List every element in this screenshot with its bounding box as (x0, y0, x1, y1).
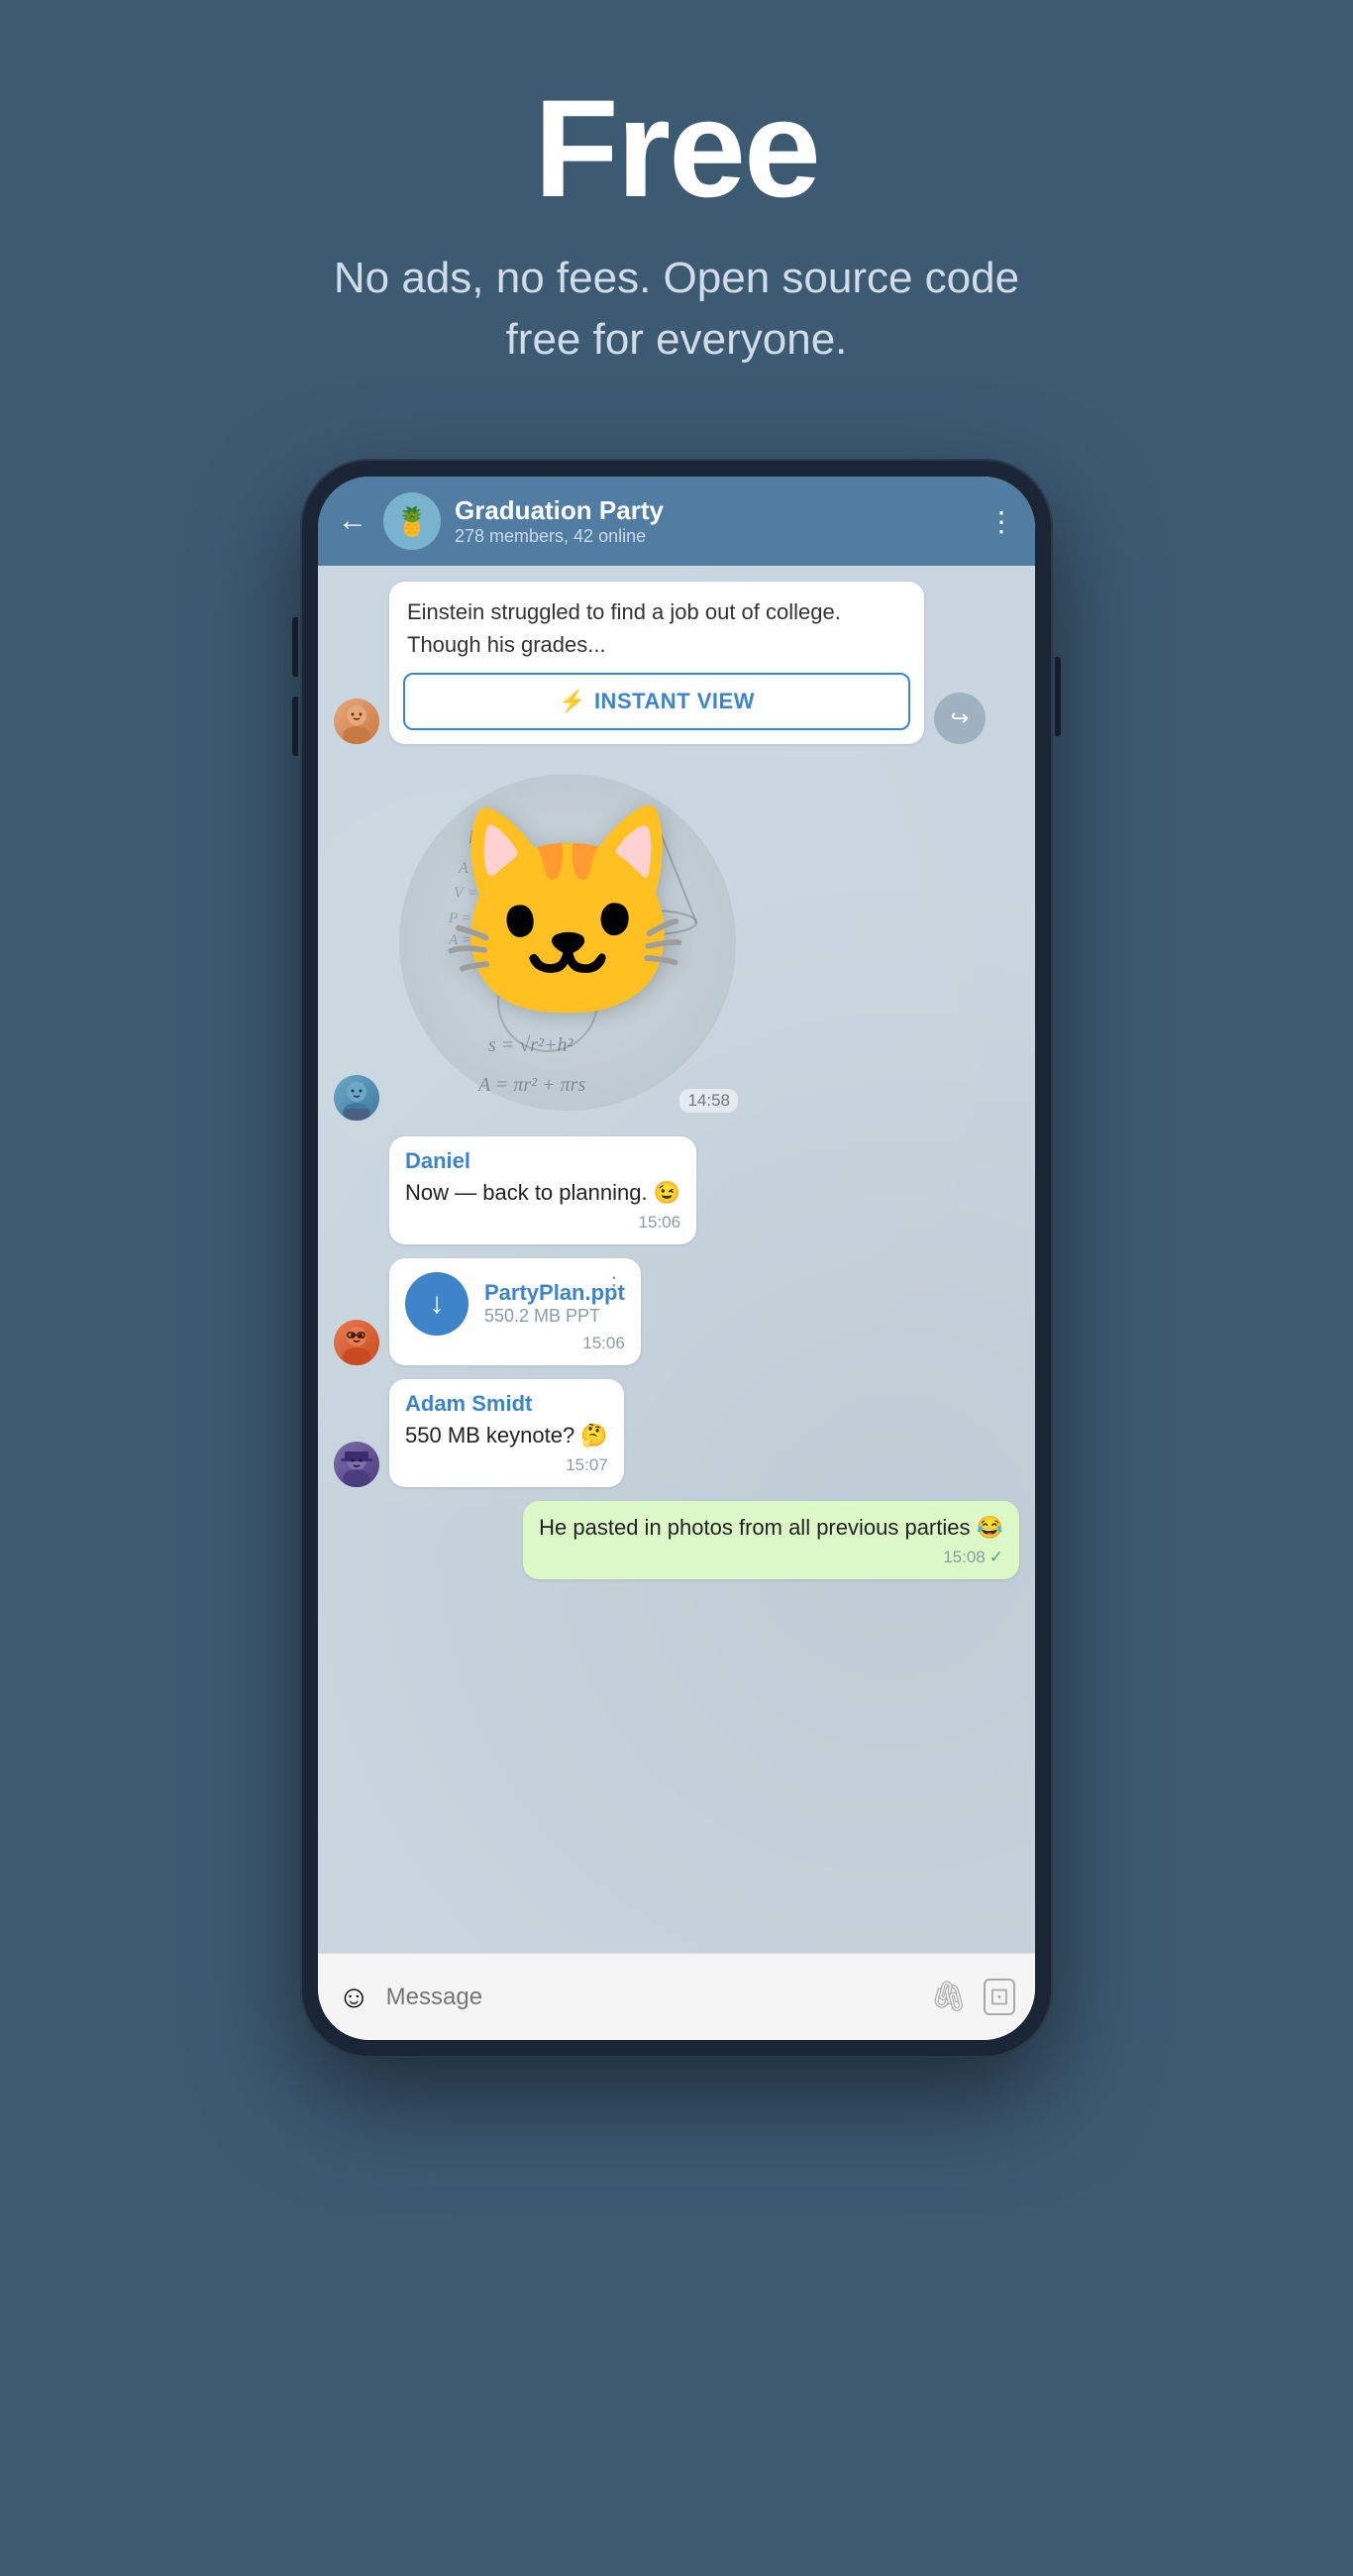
iv-text: Einstein struggled to find a job out of … (389, 582, 924, 665)
table-row: ↓ PartyPlan.ppt 550.2 MB PPT ⋮ 15:06 (334, 1258, 1019, 1365)
download-button[interactable]: ↓ (405, 1272, 468, 1336)
volume-up-button[interactable] (292, 617, 298, 677)
group-avatar-emoji: 🍍 (395, 505, 430, 538)
table-row: l = πr² A = πr² V = l³ P = 2πr A = πr³ (334, 764, 1019, 1121)
share-button-area: ↪ (934, 693, 986, 744)
chat-members: 278 members, 42 online (455, 526, 988, 547)
message-time: 15:07 (405, 1455, 608, 1475)
file-options-button[interactable]: ⋮ (603, 1272, 625, 1298)
message-time: 15:06 (405, 1213, 680, 1233)
power-button[interactable] (1055, 657, 1061, 736)
instant-view-button[interactable]: ⚡ INSTANT VIEW (403, 673, 910, 730)
message-sender: Daniel (405, 1148, 680, 1174)
table-row: Adam Smidt 550 MB keynote? 🤔 15:07 (334, 1379, 1019, 1487)
phone-outer: ← 🍍 Graduation Party 278 members, 42 onl… (300, 459, 1053, 2058)
group-avatar: 🍍 (383, 492, 441, 550)
phone-wrapper: ← 🍍 Graduation Party 278 members, 42 onl… (300, 459, 1053, 2058)
message-sender: Adam Smidt (405, 1391, 608, 1417)
iv-button-label: INSTANT VIEW (594, 689, 755, 714)
hero-section: Free No ads, no fees. Open source code f… (0, 0, 1353, 429)
sticker-area: l = πr² A = πr² V = l³ P = 2πr A = πr³ (389, 764, 746, 1121)
message-text: 550 MB keynote? 🤔 (405, 1423, 608, 1448)
share-icon: ↪ (951, 705, 969, 731)
hero-subtitle: No ads, no fees. Open source code free f… (330, 248, 1023, 370)
menu-button[interactable]: ⋮ (988, 505, 1015, 538)
svg-text:A = πr² + πrs: A = πr² + πrs (476, 1074, 585, 1096)
read-tick-icon: ✓ (989, 1548, 1003, 1567)
message-text: Now — back to planning. 😉 (405, 1180, 680, 1205)
cat-sticker: 🐱 (438, 794, 696, 1037)
instant-view-card: Einstein struggled to find a job out of … (389, 582, 924, 744)
message-input[interactable] (386, 1984, 914, 2011)
sticker-time: 14:58 (679, 1089, 738, 1113)
phone-screen: ← 🍍 Graduation Party 278 members, 42 onl… (318, 477, 1035, 2040)
table-row: Daniel Now — back to planning. 😉 15:06 (334, 1136, 1019, 1244)
message-text: He pasted in photos from all previous pa… (539, 1515, 1003, 1540)
svg-text:s = √r²+h²: s = √r²+h² (488, 1034, 574, 1056)
chat-body: Einstein struggled to find a job out of … (318, 566, 1035, 1953)
hero-title: Free (534, 79, 819, 218)
chat-header: ← 🍍 Graduation Party 278 members, 42 onl… (318, 477, 1035, 566)
chat-info: Graduation Party 278 members, 42 online (455, 495, 988, 547)
sticker-container: l = πr² A = πr² V = l³ P = 2πr A = πr³ (389, 764, 746, 1121)
message-bubble: Adam Smidt 550 MB keynote? 🤔 15:07 (389, 1379, 624, 1487)
emoji-button[interactable]: ☺ (338, 1979, 370, 2015)
message-input-bar: ☺ 🖇 ⊡ (318, 1953, 1035, 2040)
volume-down-button[interactable] (292, 697, 298, 756)
avatar (334, 1075, 379, 1121)
message-bubble: Daniel Now — back to planning. 😉 15:06 (389, 1136, 696, 1244)
share-button[interactable]: ↪ (934, 693, 986, 744)
file-size: 550.2 MB PPT (484, 1306, 625, 1327)
camera-button[interactable]: ⊡ (984, 1979, 1015, 2015)
avatar (334, 1320, 379, 1365)
attach-button[interactable]: 🖇 (930, 1980, 968, 2014)
file-time: 15:06 (582, 1334, 625, 1353)
file-message-bubble: ↓ PartyPlan.ppt 550.2 MB PPT ⋮ 15:06 (389, 1258, 641, 1365)
back-button[interactable]: ← (338, 504, 367, 538)
table-row: He pasted in photos from all previous pa… (334, 1501, 1019, 1579)
table-row: Einstein struggled to find a job out of … (334, 582, 1019, 744)
lightning-icon: ⚡ (559, 689, 586, 714)
message-time: 15:08 ✓ (539, 1548, 1003, 1567)
avatar (334, 698, 379, 744)
own-message-bubble: He pasted in photos from all previous pa… (523, 1501, 1019, 1579)
avatar (334, 1442, 379, 1487)
chat-name: Graduation Party (455, 495, 988, 526)
